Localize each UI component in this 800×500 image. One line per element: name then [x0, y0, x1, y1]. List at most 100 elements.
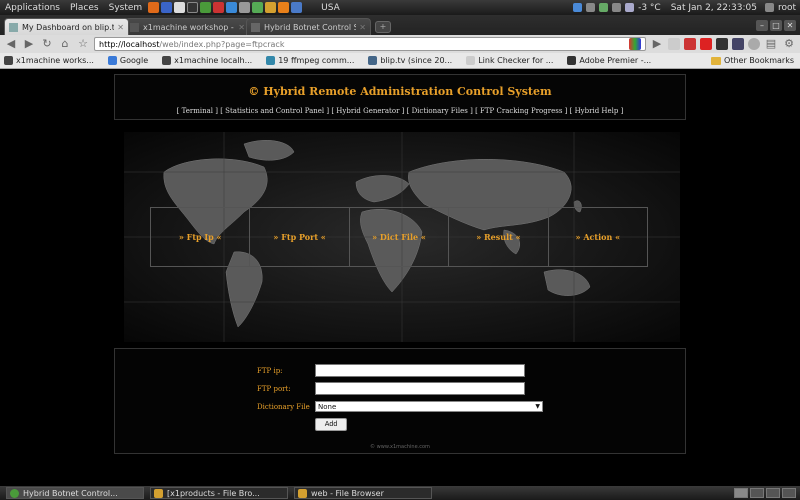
bookmark-item[interactable]: blip.tv (since 20... [368, 56, 452, 65]
other-bookmarks-folder[interactable]: Other Bookmarks [711, 56, 794, 65]
page-menu-icon[interactable]: ▤ [764, 37, 778, 51]
applications-menu[interactable]: Applications [0, 3, 65, 13]
tab-x1machine-workshop[interactable]: x1machine workshop - re... ✕ [125, 18, 250, 35]
home-icon[interactable]: ⌂ [58, 37, 72, 51]
network-icon[interactable] [599, 3, 609, 12]
nav-dictionary-link[interactable]: [ Dictionary Files ] [407, 107, 473, 115]
bookmark-item[interactable]: Adobe Premier -... [567, 56, 651, 65]
bookmark-item[interactable]: Link Checker for ... [466, 56, 553, 65]
workspace-3[interactable] [766, 488, 780, 498]
close-icon[interactable]: ✕ [117, 23, 124, 32]
page-action-icon[interactable] [629, 38, 641, 50]
menu-ftp-port[interactable]: » Ftp Port « [250, 208, 350, 266]
bookmark-item[interactable]: x1machine localh... [162, 56, 252, 65]
taskbar-item-chrome[interactable]: Hybrid Botnet Control... [6, 487, 144, 499]
maximize-icon[interactable]: □ [770, 20, 782, 31]
bookmark-item[interactable]: Google [107, 56, 148, 65]
keyboard-icon[interactable] [586, 3, 596, 12]
bottom-panel: Hybrid Botnet Control... [x1products - F… [0, 486, 800, 500]
column-menu: » Ftp Ip « » Ftp Port « » Dict File « » … [150, 207, 648, 267]
page-favicon-icon [466, 56, 476, 65]
menu-action[interactable]: » Action « [549, 208, 647, 266]
top-panel: Applications Places System USA -3 °C Sat… [0, 0, 800, 15]
extension-youtube-icon[interactable] [700, 38, 712, 50]
menu-dict-file[interactable]: » Dict File « [350, 208, 450, 266]
taskbar-item-web-browser[interactable]: web - File Browser [294, 487, 432, 499]
vlc-launcher-icon[interactable] [278, 2, 290, 13]
forward-icon[interactable]: ▶ [22, 37, 36, 51]
extension-ip-icon[interactable] [732, 38, 744, 50]
minimize-icon[interactable]: – [756, 20, 768, 31]
close-window-icon[interactable]: ✕ [784, 20, 796, 31]
tab-title: Hybrid Botnet Control Sys... [264, 22, 356, 32]
workspace-2[interactable] [750, 488, 764, 498]
extension-grid-icon[interactable] [716, 38, 728, 50]
temperature-label: -3 °C [638, 2, 661, 13]
site-header: © Hybrid Remote Administration Control S… [114, 74, 686, 120]
reload-icon[interactable]: ↻ [40, 37, 54, 51]
media-launcher-icon[interactable] [226, 2, 238, 13]
dictionary-row: Dictionary File None ▼ [257, 401, 543, 412]
new-tab-button[interactable]: + [375, 21, 391, 33]
menu-ftp-ip[interactable]: » Ftp Ip « [151, 208, 251, 266]
firefox-launcher-icon[interactable] [148, 2, 160, 13]
extension-w-icon[interactable] [668, 38, 680, 50]
nav-terminal-link[interactable]: [ Terminal ] [177, 107, 218, 115]
url-host: http://localhost [99, 39, 160, 49]
bookmark-star-icon[interactable]: ☆ [76, 37, 90, 51]
ftp-ip-input[interactable] [315, 364, 525, 377]
close-icon[interactable]: ✕ [238, 23, 245, 32]
nav-ftp-progress-link[interactable]: [ FTP Cracking Progress ] [475, 107, 567, 115]
terminal-launcher-icon[interactable] [187, 2, 199, 13]
bookmark-item[interactable]: x1machine works... [4, 56, 94, 65]
places-menu[interactable]: Places [65, 3, 104, 13]
app-launcher-icon[interactable] [291, 2, 303, 13]
page-favicon-icon [251, 22, 260, 32]
tab-hybrid-botnet[interactable]: Hybrid Botnet Control Sys... ✕ [246, 18, 371, 35]
tab-blip-dashboard[interactable]: My Dashboard on blip.tv ·... ✕ [4, 18, 129, 35]
user-label[interactable]: root [778, 3, 796, 13]
nav-help-link[interactable]: [ Hybrid Help ] [570, 107, 624, 115]
workspace-1[interactable] [734, 488, 748, 498]
copyright-text: © www.x1machine.com [370, 444, 430, 450]
workspace-4[interactable] [782, 488, 796, 498]
address-bar[interactable]: http://localhost/web/index.php?page=ftpc… [94, 37, 646, 51]
nav-statistics-link[interactable]: [ Statistics and Control Panel ] [220, 107, 329, 115]
bookmark-favicon-icon [162, 56, 172, 65]
download-icon[interactable] [573, 3, 583, 12]
workspace-switcher [734, 488, 800, 498]
thunderbird-launcher-icon[interactable] [161, 2, 173, 13]
add-button[interactable]: Add [315, 418, 347, 431]
dictionary-label: Dictionary File [257, 402, 310, 411]
system-menu[interactable]: System [104, 3, 148, 13]
go-icon[interactable]: ▶ [650, 37, 664, 51]
dictionary-select[interactable]: None ▼ [315, 401, 543, 412]
folder-icon [154, 488, 163, 498]
folder-launcher-icon[interactable] [265, 2, 277, 13]
back-icon[interactable]: ◀ [4, 37, 18, 51]
extension-mail-icon[interactable] [684, 38, 696, 50]
nav-generator-link[interactable]: [ Hybrid Generator ] [331, 107, 404, 115]
close-icon[interactable]: ✕ [359, 23, 366, 32]
document-launcher-icon[interactable] [174, 2, 186, 13]
volume-icon[interactable] [612, 3, 622, 12]
settings-launcher-icon[interactable] [239, 2, 251, 13]
clock-label[interactable]: Sat Jan 2, 22:33:05 [671, 3, 757, 13]
network-launcher-icon[interactable] [252, 2, 264, 13]
bookmark-item[interactable]: 19 ffmpeg comm... [266, 56, 354, 65]
ftp-port-row: FTP port: [257, 382, 525, 395]
ftp-ip-label: FTP ip: [257, 366, 283, 375]
google-favicon-icon [107, 56, 117, 65]
menu-result[interactable]: » Result « [449, 208, 549, 266]
taskbar-item-file-browser[interactable]: [x1products - File Bro... [150, 487, 288, 499]
ftp-ip-row: FTP ip: [257, 364, 525, 377]
extension-circle-icon[interactable] [748, 38, 760, 50]
ftp-port-input[interactable] [315, 382, 525, 395]
chevron-down-icon: ▼ [535, 403, 540, 410]
user-icon [764, 3, 774, 12]
chrome-launcher-icon[interactable] [200, 2, 212, 13]
editor-launcher-icon[interactable] [213, 2, 225, 13]
url-path: /web/index.php?page=ftpcrack [159, 39, 285, 49]
site-title: © Hybrid Remote Administration Control S… [248, 85, 552, 98]
wrench-menu-icon[interactable]: ⚙ [782, 37, 796, 51]
